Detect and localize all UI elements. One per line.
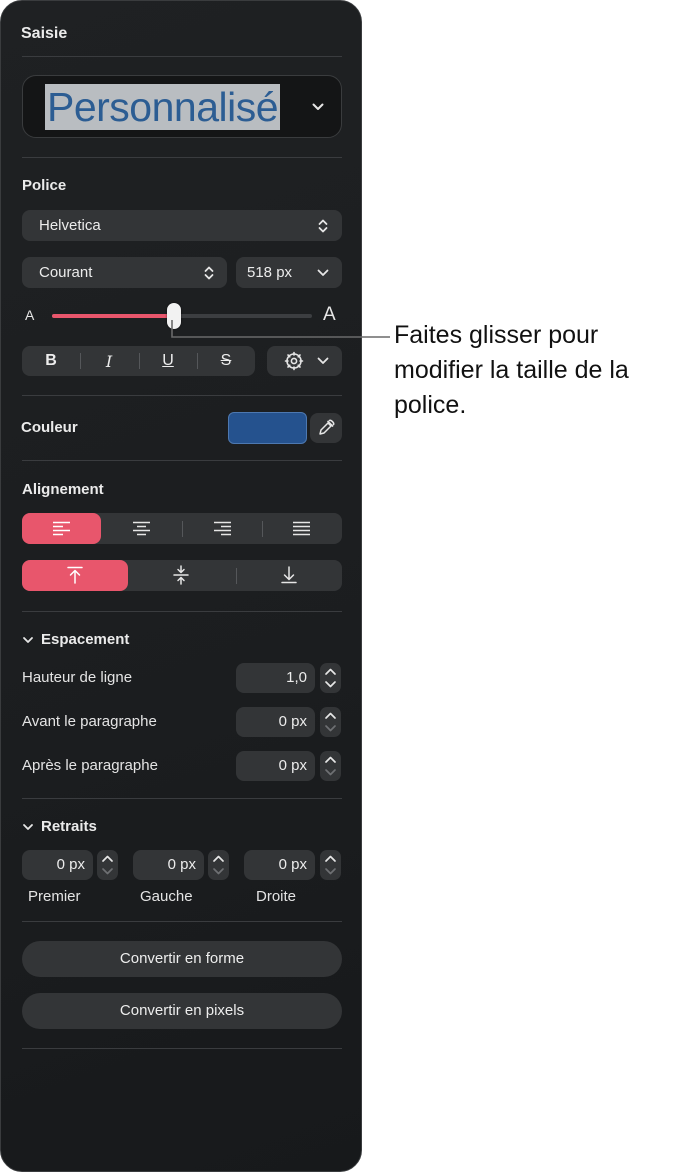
line-height-stepper[interactable] [320, 663, 341, 693]
indents-heading: Retraits [41, 818, 97, 835]
stepper-arrows-icon [325, 668, 336, 688]
convert-to-shape-button[interactable]: Convertir en forme [22, 941, 342, 977]
disclosure-chevron-icon [23, 637, 33, 643]
space-after-field[interactable]: 0 px [236, 751, 315, 781]
chevron-down-icon [317, 357, 329, 364]
text-inspector-panel: Saisie Personnalisé Police Helvetica Cou… [0, 0, 362, 1172]
align-middle-icon [173, 565, 189, 585]
divider [22, 798, 342, 799]
text-style-name: Personnalisé [45, 84, 281, 130]
callout-text: Faites glisser pour modifier la taille d… [394, 321, 629, 419]
stepper-arrows-icon [213, 855, 224, 875]
align-center-button[interactable] [101, 513, 181, 544]
divider [22, 157, 342, 158]
eyedropper-icon [319, 419, 335, 435]
eyedropper-button[interactable] [310, 413, 342, 443]
divider [22, 1048, 342, 1049]
divider [22, 611, 342, 612]
align-bottom-icon [281, 566, 297, 584]
bold-button[interactable]: B [22, 346, 80, 376]
stepper-arrows-icon [102, 855, 113, 875]
chevron-down-icon[interactable] [311, 100, 325, 114]
space-after-value: 0 px [278, 757, 307, 774]
first-indent-stepper[interactable] [97, 850, 118, 880]
right-indent-label: Droite [256, 888, 297, 905]
right-indent-field[interactable]: 0 px [244, 850, 315, 880]
font-family-value: Helvetica [39, 217, 101, 234]
size-small-label: A [25, 307, 35, 323]
divider [22, 56, 342, 57]
disclosure-chevron-icon [23, 824, 33, 830]
text-color-swatch[interactable] [228, 412, 307, 444]
align-top-icon [67, 566, 83, 584]
align-center-icon [133, 521, 150, 536]
divider [22, 460, 342, 461]
stepper-arrows-icon [325, 756, 336, 776]
font-size-value: 518 px [247, 264, 293, 281]
align-justify-icon [293, 521, 310, 536]
left-indent-label: Gauche [140, 888, 193, 905]
space-after-stepper[interactable] [320, 751, 341, 781]
align-left-button[interactable] [22, 513, 101, 544]
italic-button[interactable]: I [80, 346, 138, 376]
line-height-label: Hauteur de ligne [22, 669, 133, 686]
color-label: Couleur [21, 419, 78, 436]
font-style-value: Courant [39, 264, 93, 281]
font-size-select[interactable]: 518 px [236, 257, 342, 288]
space-before-stepper[interactable] [320, 707, 341, 737]
spacing-heading: Espacement [41, 631, 130, 648]
chevron-down-icon [317, 269, 329, 276]
stepper-arrows-icon [325, 855, 336, 875]
first-indent-value: 0 px [56, 856, 85, 873]
space-before-value: 0 px [278, 713, 307, 730]
gear-icon [284, 351, 304, 371]
align-top-button[interactable] [22, 560, 128, 591]
line-height-value: 1,0 [286, 669, 307, 686]
font-family-select[interactable]: Helvetica [22, 210, 342, 241]
align-right-button[interactable] [182, 513, 262, 544]
font-heading: Police [22, 177, 67, 194]
right-indent-value: 0 px [278, 856, 307, 873]
left-indent-stepper[interactable] [208, 850, 229, 880]
divider [22, 921, 342, 922]
first-indent-label: Premier [28, 888, 81, 905]
convert-to-pixels-button[interactable]: Convertir en pixels [22, 993, 342, 1029]
panel-title: Saisie [21, 25, 68, 42]
first-indent-field[interactable]: 0 px [22, 850, 93, 880]
updown-chevron-icon [318, 219, 328, 233]
alignment-heading: Alignement [22, 481, 104, 498]
updown-chevron-icon [204, 266, 214, 280]
font-size-slider-fill [52, 314, 175, 318]
font-style-select[interactable]: Courant [22, 257, 227, 288]
align-bottom-button[interactable] [236, 560, 342, 591]
divider [22, 395, 342, 396]
space-after-label: Après le paragraphe [22, 757, 158, 774]
space-before-label: Avant le paragraphe [22, 713, 157, 730]
left-indent-value: 0 px [167, 856, 196, 873]
space-before-field[interactable]: 0 px [236, 707, 315, 737]
stepper-arrows-icon [325, 712, 336, 732]
align-middle-button[interactable] [128, 560, 235, 591]
align-left-icon [53, 521, 70, 536]
line-height-field[interactable]: 1,0 [236, 663, 315, 693]
align-justify-button[interactable] [262, 513, 342, 544]
text-style-preview[interactable]: Personnalisé [22, 75, 342, 138]
align-right-icon [214, 521, 231, 536]
right-indent-stepper[interactable] [320, 850, 341, 880]
left-indent-field[interactable]: 0 px [133, 850, 204, 880]
callout-leader-line [171, 320, 390, 338]
